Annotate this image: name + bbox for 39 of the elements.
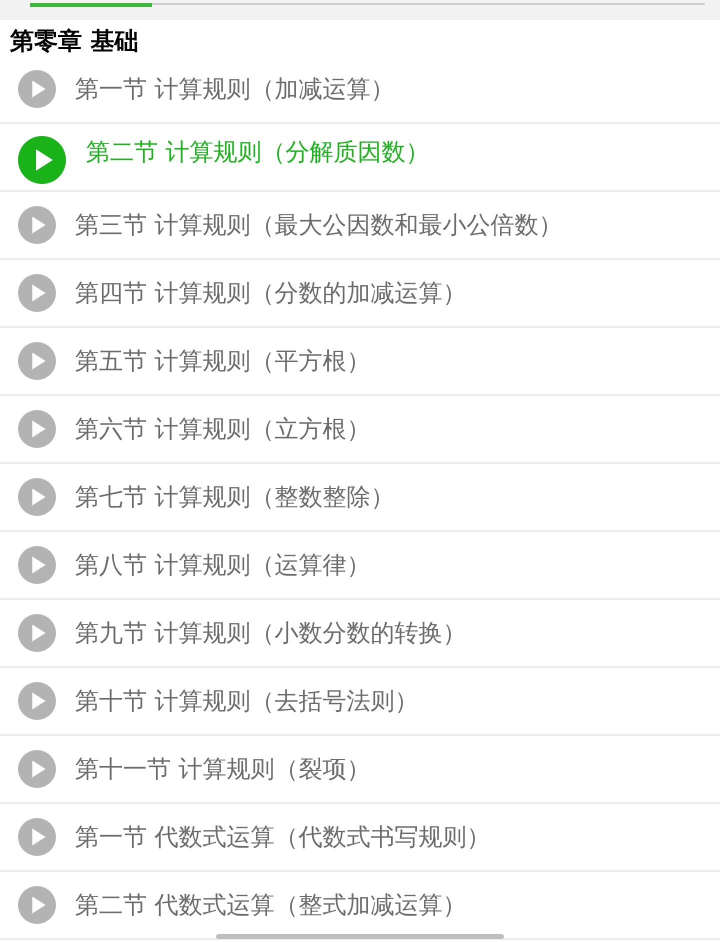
lesson-title: 第九节 计算规则（小数分数的转换）: [75, 618, 467, 649]
play-icon: [18, 886, 56, 924]
lesson-title: 第三节 计算规则（最大公因数和最小公倍数）: [75, 210, 563, 241]
play-icon: [18, 410, 56, 448]
play-icon: [18, 478, 56, 516]
play-icon: [18, 342, 56, 380]
lesson-row[interactable]: 第五节 计算规则（平方根）: [0, 328, 720, 396]
lesson-title: 第十一节 计算规则（裂项）: [75, 754, 371, 785]
lesson-row[interactable]: 第十节 计算规则（去括号法则）: [0, 668, 720, 736]
play-icon: [18, 136, 66, 184]
lesson-row[interactable]: 第十一节 计算规则（裂项）: [0, 736, 720, 804]
lesson-title: 第二节 代数式运算（整式加减运算）: [75, 890, 467, 921]
lesson-row[interactable]: 第六节 计算规则（立方根）: [0, 396, 720, 464]
lesson-title: 第七节 计算规则（整数整除）: [75, 482, 395, 513]
play-icon: [18, 274, 56, 312]
lesson-title: 第四节 计算规则（分数的加减运算）: [75, 278, 467, 309]
lesson-row[interactable]: 第二节 计算规则（分解质因数）: [0, 124, 720, 192]
play-icon: [18, 206, 56, 244]
lesson-row[interactable]: 第三节 计算规则（最大公因数和最小公倍数）: [0, 192, 720, 260]
play-icon: [18, 818, 56, 856]
lesson-row[interactable]: 第九节 计算规则（小数分数的转换）: [0, 600, 720, 668]
lesson-title: 第一节 计算规则（加减运算）: [75, 74, 395, 105]
play-icon: [18, 682, 56, 720]
lesson-row[interactable]: 第七节 计算规则（整数整除）: [0, 464, 720, 532]
chapter-title: 第零章 基础: [9, 26, 140, 56]
play-icon: [18, 750, 56, 788]
lesson-title: 第二节 计算规则（分解质因数）: [86, 137, 430, 168]
lesson-title: 第六节 计算规则（立方根）: [75, 414, 371, 445]
lesson-row[interactable]: 第一节 计算规则（加减运算）: [0, 56, 720, 124]
lesson-title: 第一节 代数式运算（代数式书写规则）: [75, 822, 491, 853]
lesson-title: 第五节 计算规则（平方根）: [75, 346, 371, 377]
lesson-row[interactable]: 第八节 计算规则（运算律）: [0, 532, 720, 600]
play-icon: [18, 546, 56, 584]
lesson-title: 第八节 计算规则（运算律）: [75, 550, 371, 581]
lesson-row[interactable]: 第一节 代数式运算（代数式书写规则）: [0, 804, 720, 872]
lesson-title: 第十节 计算规则（去括号法则）: [75, 686, 419, 717]
lesson-row[interactable]: 第四节 计算规则（分数的加减运算）: [0, 260, 720, 328]
play-icon: [18, 614, 56, 652]
play-icon: [18, 70, 56, 108]
